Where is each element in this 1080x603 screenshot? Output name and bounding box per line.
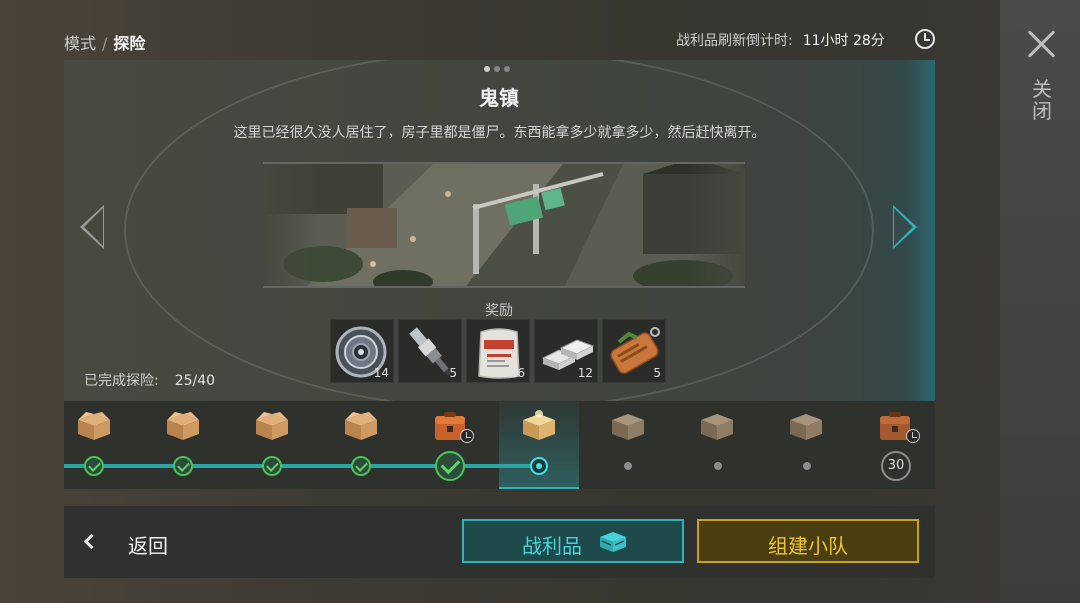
timer-label: 战利品刷新倒计时: [676,33,793,49]
prev-location-arrow[interactable] [80,205,104,249]
loot-button[interactable]: 战利品 [462,519,684,563]
page-dot[interactable] [484,66,490,72]
bottom-bar: 返回 战利品 组建小队 [64,506,935,578]
location-image [263,162,745,288]
cardboard-box-icon[interactable] [343,410,379,442]
ghost-town-scene [263,164,745,286]
glowing-crate-icon[interactable] [521,410,557,442]
reward-item[interactable]: 5 [398,319,462,383]
locked-node [714,462,722,470]
reward-item[interactable]: 5 [602,319,666,383]
crate-icon [600,532,626,552]
close-label[interactable]: 关闭 [1030,78,1054,122]
reward-item[interactable]: 12 [534,319,598,383]
cardboard-box-icon[interactable] [165,410,201,442]
back-label: 返回 [128,534,168,558]
locked-node [624,462,632,470]
reward-count: 12 [577,366,593,380]
current-node[interactable] [530,457,548,475]
location-panel: 鬼镇 这里已经很久没人居住了，房子里都是僵尸。东西能拿多少就拿多少，然后赶快离开… [64,60,935,401]
locked-node [803,462,811,470]
completed-label: 已完成探险: [84,373,159,389]
milestone-node: 30 [881,451,911,481]
completed-value: 25/40 [174,373,216,389]
chevron-left-icon [83,533,100,550]
reward-count: 5 [449,366,457,380]
completed-node-check [351,456,371,476]
clock-icon [915,29,935,49]
rewards-label: 奖励 [485,303,513,319]
reward-item[interactable]: 16 [466,319,530,383]
breadcrumb: 模式 / 探险 [64,30,145,54]
breadcrumb-current: 探险 [113,34,146,53]
completed-expeditions: 已完成探险: 25/40 [84,370,215,390]
closed-crate-icon[interactable] [699,410,735,442]
create-team-button[interactable]: 组建小队 [697,519,919,563]
reward-item[interactable]: 14 [330,319,394,383]
create-team-label: 组建小队 [768,534,848,558]
completed-node-check [262,456,282,476]
next-location-arrow[interactable] [893,205,917,249]
page-indicator [484,66,514,74]
timer-icon [460,429,474,443]
page-dot[interactable] [494,66,500,72]
reward-count: 5 [653,366,661,380]
completed-node-check [84,456,104,476]
loot-refresh-timer: 战利品刷新倒计时: 11小时 28分 [676,30,885,50]
breadcrumb-mode[interactable]: 模式 [64,34,96,53]
page-dot[interactable] [504,66,510,72]
reward-count: 14 [373,366,389,380]
completed-milestone-check [435,451,465,481]
cardboard-box-icon[interactable] [254,410,290,442]
loot-label: 战利品 [522,534,582,558]
track-progress-line [64,464,539,468]
expedition-screen: 关闭 模式 / 探险 战利品刷新倒计时: 11小时 28分 鬼镇 这里已经很久没人居住… [0,0,1080,603]
close-icon[interactable] [1026,28,1058,60]
breadcrumb-separator: / [102,34,108,53]
reward-count: 16 [509,366,525,380]
location-description: 这里已经很久没人居住了，房子里都是僵尸。东西能拿多少就拿多少，然后赶快离开。 [233,125,766,141]
timer-icon [906,429,920,443]
timer-value: 11小时 28分 [802,33,885,49]
expedition-track: 30 [64,401,935,489]
closed-crate-icon[interactable] [788,410,824,442]
closed-crate-icon[interactable] [610,410,646,442]
location-title: 鬼镇 [479,86,519,110]
cardboard-box-icon[interactable] [76,410,112,442]
completed-node-check [173,456,193,476]
